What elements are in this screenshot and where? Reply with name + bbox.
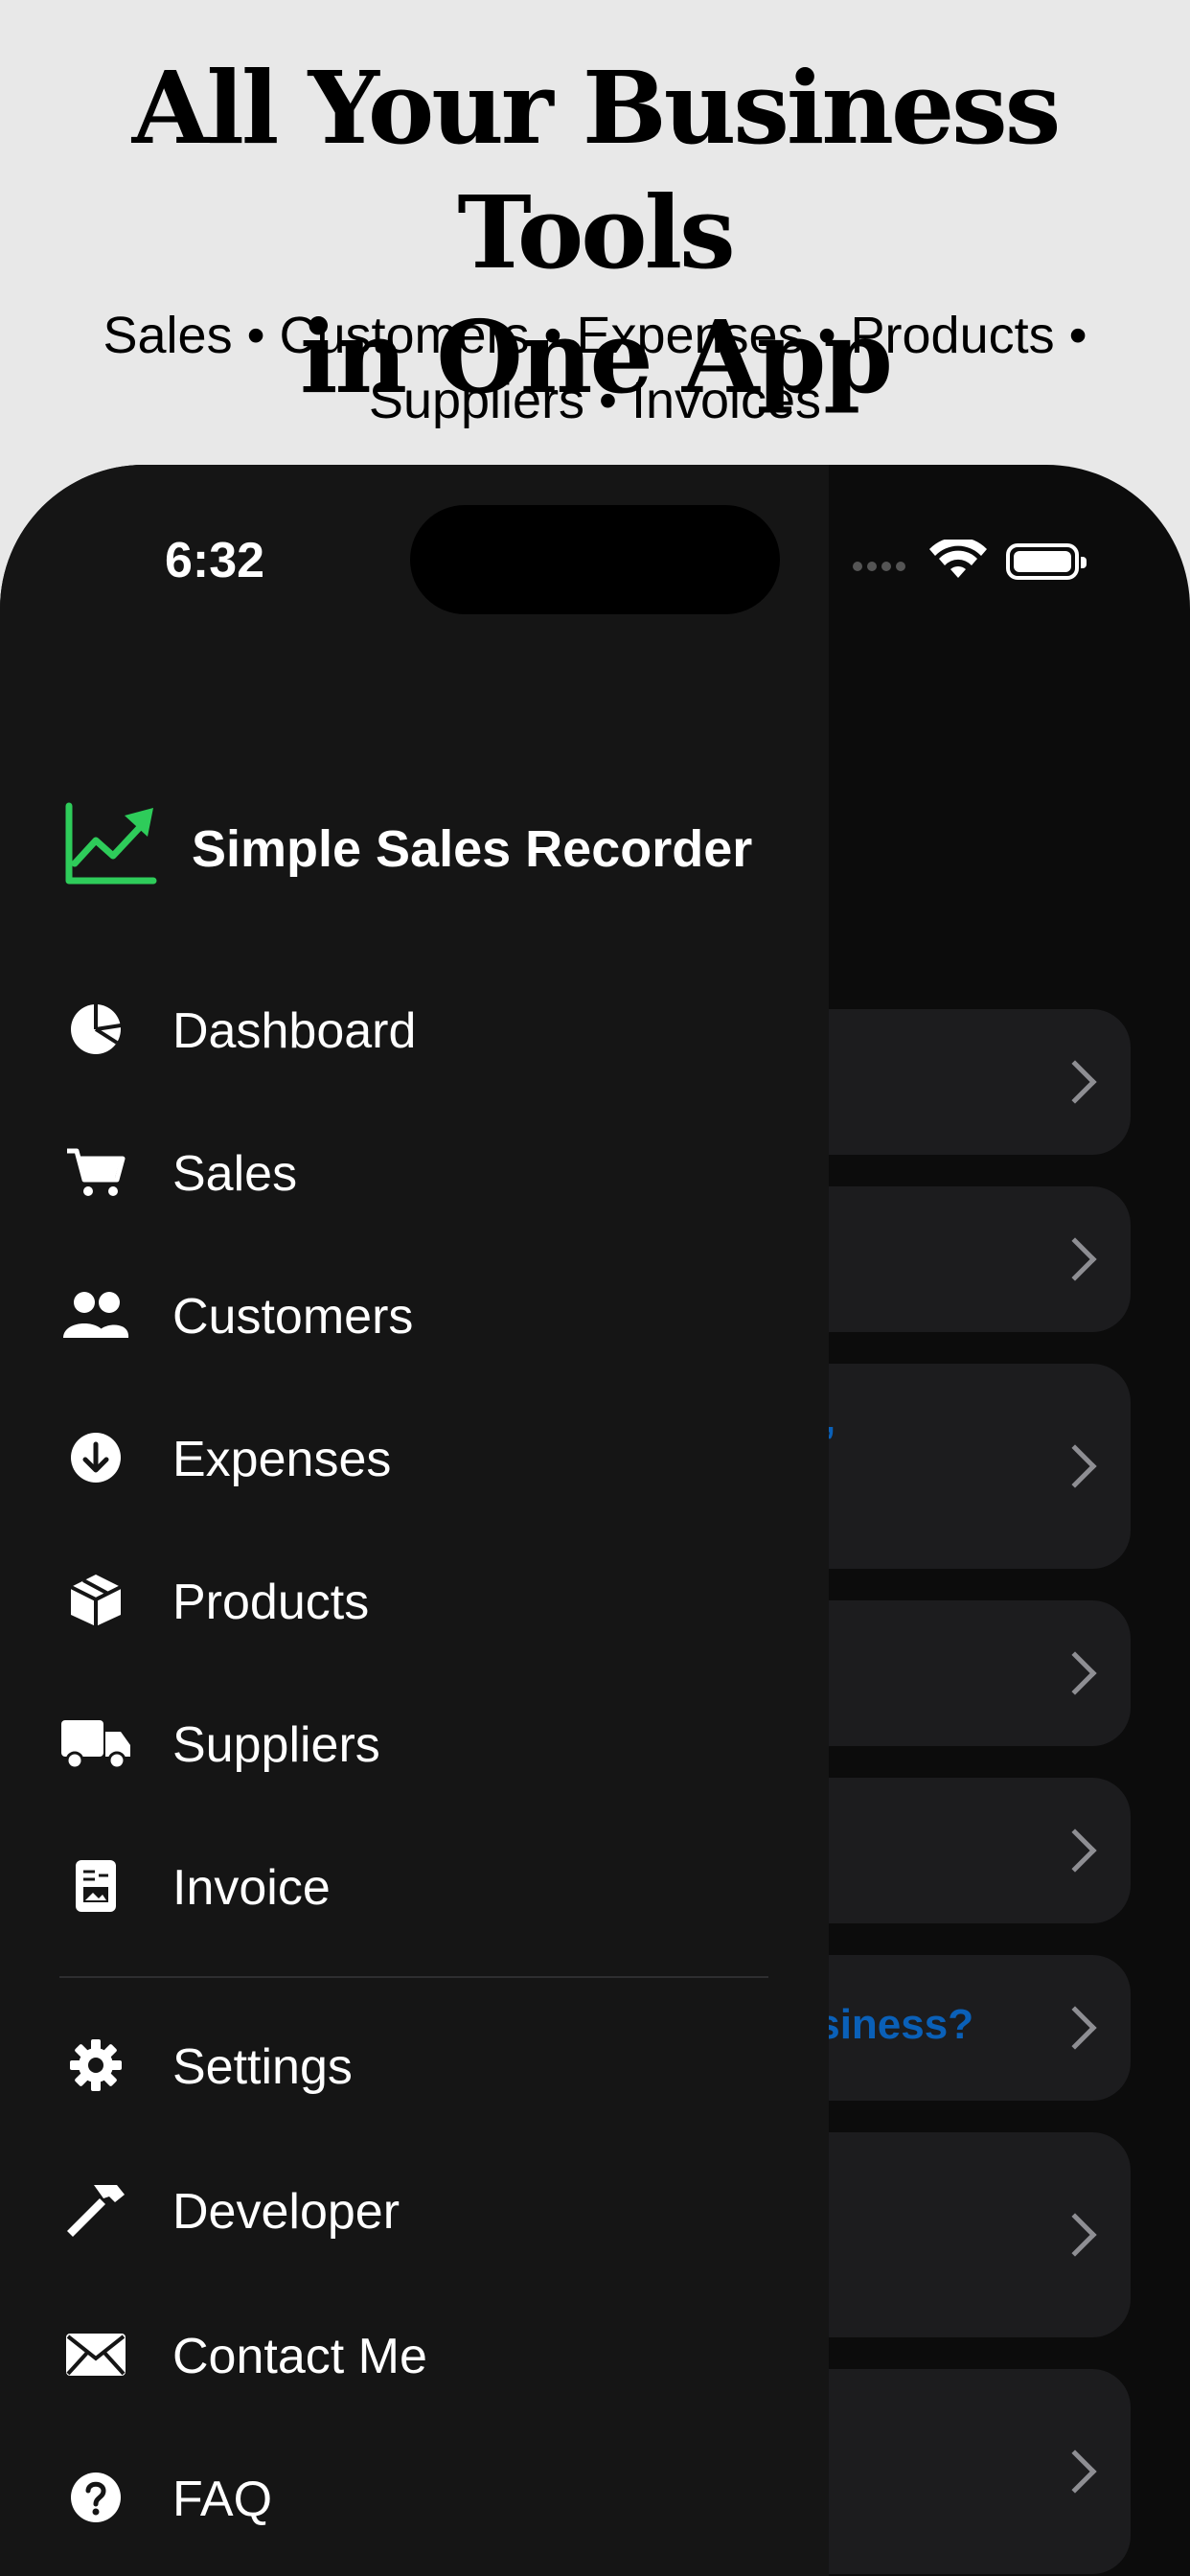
menu-item-developer[interactable]: Developer bbox=[0, 2152, 829, 2267]
menu-item-label: Developer bbox=[172, 2184, 400, 2240]
chevron-right-icon bbox=[1053, 1828, 1097, 1873]
pie-chart-icon bbox=[57, 1000, 134, 1058]
menu-item-label: FAQ bbox=[172, 2472, 273, 2527]
menu-item-faq[interactable]: FAQ bbox=[0, 2440, 829, 2555]
menu-divider bbox=[59, 1976, 768, 1978]
chevron-right-icon bbox=[1053, 2213, 1097, 2257]
menu-item-suppliers[interactable]: Suppliers bbox=[0, 1686, 829, 1801]
menu-item-customers[interactable]: Customers bbox=[0, 1257, 829, 1372]
promo-subline: Sales • Customers • Expenses • Products … bbox=[57, 303, 1133, 433]
phone-screen: ’ isiness? 6:32 Simple Sales Recorder Da… bbox=[0, 465, 1190, 2576]
truck-icon bbox=[57, 1714, 134, 1772]
chevron-right-icon bbox=[1053, 1651, 1097, 1695]
menu-item-invoice[interactable]: Invoice bbox=[0, 1828, 829, 1944]
menu-item-label: Settings bbox=[172, 2039, 353, 2095]
wifi-icon bbox=[929, 540, 987, 578]
menu-item-label: Invoice bbox=[172, 1860, 331, 1916]
envelope-icon bbox=[57, 2326, 134, 2383]
background-partial-link[interactable]: isiness? bbox=[805, 2001, 973, 2049]
invoice-icon bbox=[57, 1857, 134, 1915]
trending-chart-icon bbox=[65, 802, 157, 885]
chevron-right-icon bbox=[1053, 2006, 1097, 2050]
status-bar-indicators bbox=[853, 540, 1092, 587]
chevron-right-icon bbox=[1053, 1444, 1097, 1488]
box-icon bbox=[57, 1572, 134, 1629]
app-name: Simple Sales Recorder bbox=[192, 820, 753, 878]
promo-subline-line1: Sales • Customers • Expenses • Products … bbox=[103, 307, 1087, 364]
promo-subline-line2: Suppliers • Invoices bbox=[368, 372, 822, 429]
menu-item-label: Sales bbox=[172, 1146, 298, 1202]
hammer-icon bbox=[57, 2181, 134, 2239]
menu-item-label: Expenses bbox=[172, 1432, 392, 1487]
promo-headline-line1: All Your Business Tools bbox=[131, 49, 1062, 291]
menu-item-settings[interactable]: Settings bbox=[0, 2008, 829, 2123]
battery-icon bbox=[1006, 543, 1087, 580]
people-icon bbox=[57, 1286, 134, 1344]
menu-item-expenses[interactable]: Expenses bbox=[0, 1400, 829, 1515]
menu-item-dashboard[interactable]: Dashboard bbox=[0, 972, 829, 1087]
chevron-right-icon bbox=[1053, 2450, 1097, 2494]
arrow-down-circle-icon bbox=[57, 1429, 134, 1486]
signal-icon bbox=[853, 559, 910, 576]
chevron-right-icon bbox=[1053, 1060, 1097, 1104]
menu-item-label: Dashboard bbox=[172, 1003, 417, 1059]
cart-icon bbox=[57, 1143, 134, 1201]
menu-item-contact[interactable]: Contact Me bbox=[0, 2297, 829, 2412]
menu-item-label: Contact Me bbox=[172, 2329, 427, 2384]
menu-item-label: Products bbox=[172, 1575, 370, 1630]
dynamic-island bbox=[410, 505, 780, 614]
chevron-right-icon bbox=[1053, 1237, 1097, 1281]
status-time: 6:32 bbox=[165, 533, 265, 588]
menu-item-products[interactable]: Products bbox=[0, 1543, 829, 1658]
question-circle-icon bbox=[57, 2469, 134, 2526]
menu-item-label: Customers bbox=[172, 1289, 414, 1345]
menu-item-label: Suppliers bbox=[172, 1717, 380, 1773]
menu-item-sales[interactable]: Sales bbox=[0, 1115, 829, 1230]
gear-icon bbox=[57, 2036, 134, 2094]
side-drawer: 6:32 Simple Sales Recorder Dashboard Sal… bbox=[0, 465, 829, 2576]
